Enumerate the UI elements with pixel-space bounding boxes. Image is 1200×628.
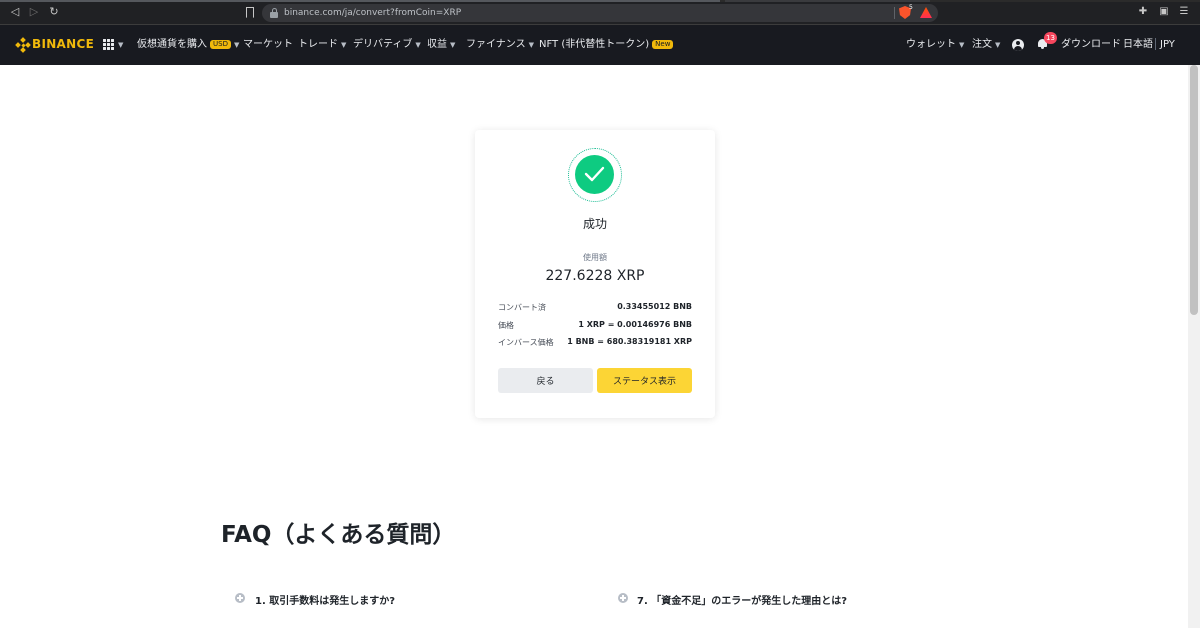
lock-icon[interactable]	[270, 8, 278, 18]
nav-trade[interactable]: トレード ▼	[298, 38, 346, 52]
nav-download[interactable]: ダウンロード	[1061, 38, 1121, 52]
faq-item[interactable]: 7. 「資金不足」のエラーが発生した理由とは?	[637, 592, 847, 607]
plus-icon[interactable]	[235, 593, 245, 603]
extensions-icon[interactable]: ✚	[1137, 6, 1149, 18]
usd-badge: USD	[210, 40, 231, 49]
success-ring	[568, 148, 622, 202]
back-icon[interactable]: ◁	[8, 5, 22, 19]
nav-earn[interactable]: 収益 ▼	[427, 38, 455, 52]
nav-derivatives[interactable]: デリバティブ ▼	[353, 38, 421, 52]
nav-markets-label: マーケット	[243, 39, 293, 50]
url-text[interactable]: binance.com/ja/convert?fromCoin=XRP	[284, 6, 461, 20]
result-title: 成功	[582, 217, 607, 231]
site-header: BINANCE ▼ 仮想通貨を購入 USD ▼ マーケット トレード ▼ デリバティブ…	[0, 25, 1200, 65]
nav-buy-crypto-label: 仮想通貨を購入	[137, 39, 207, 50]
nav-download-label: ダウンロード	[1061, 39, 1121, 50]
user-icon[interactable]	[1012, 39, 1024, 51]
binance-logo-icon[interactable]	[15, 37, 31, 53]
nav-orders[interactable]: 注文 ▼	[972, 38, 1000, 52]
nav-earn-label: 収益	[427, 39, 447, 50]
back-button[interactable]: 戻る	[498, 368, 593, 393]
inverse-price-value: 1 BNB = 680.38319181 XRP	[567, 337, 692, 346]
notification-badge: 13	[1044, 32, 1057, 44]
tab-active[interactable]	[0, 0, 720, 2]
nav-language-label: 日本語	[1123, 39, 1153, 50]
chevron-down-icon: ▼	[233, 41, 240, 49]
reload-icon[interactable]: ↻	[47, 5, 61, 19]
nav-derivatives-label: デリバティブ	[353, 39, 413, 50]
converted-value: 0.33455012 BNB	[617, 302, 692, 311]
chevron-down-icon: ▼	[528, 41, 534, 49]
conversion-success-card: 成功 使用額 227.6228 XRP コンバート済 0.33455012 BN…	[475, 130, 715, 418]
amount-label: 使用額	[583, 253, 607, 262]
menu-icon[interactable]: ☰	[1178, 6, 1190, 18]
nav-orders-label: 注文	[972, 39, 992, 50]
scrollbar-thumb[interactable]	[1190, 65, 1198, 315]
converted-label: コンバート済	[498, 303, 546, 312]
address-bar-divider	[894, 7, 895, 19]
bookmark-icon[interactable]	[246, 7, 254, 18]
nav-markets[interactable]: マーケット	[243, 38, 293, 52]
nav-currency[interactable]: JPY	[1160, 38, 1175, 52]
nav-nft-label: NFT (非代替性トークン)	[539, 39, 650, 50]
chevron-down-icon: ▼	[118, 41, 124, 49]
nav-buy-crypto[interactable]: 仮想通貨を購入 USD ▼	[137, 38, 239, 52]
nav-currency-label: JPY	[1160, 39, 1175, 50]
amount-value: 227.6228 XRP	[545, 268, 645, 284]
apps-grid-icon[interactable]	[103, 39, 114, 50]
tab-other[interactable]	[725, 0, 930, 2]
checkmark-icon	[575, 155, 614, 194]
browser-chrome: ◁ ▷ ↻ binance.com/ja/convert?fromCoin=XR…	[0, 0, 1200, 25]
chevron-down-icon: ▼	[450, 41, 456, 49]
header-divider	[1155, 38, 1156, 50]
chevron-down-icon: ▼	[959, 41, 965, 49]
nav-wallet[interactable]: ウォレット ▼	[906, 38, 964, 52]
inverse-price-label: インバース価格	[498, 338, 554, 347]
faq-heading: FAQ（よくある質問）	[221, 522, 456, 548]
faq-item[interactable]: 1. 取引手数料は発生しますか?	[255, 592, 395, 607]
nav-trade-label: トレード	[298, 39, 338, 50]
address-bar[interactable]: binance.com/ja/convert?fromCoin=XRP	[262, 4, 938, 22]
chevron-down-icon: ▼	[341, 41, 347, 49]
logo-text[interactable]: BINANCE	[32, 37, 94, 51]
wallet-icon[interactable]: ▣	[1158, 6, 1170, 18]
nav-wallet-label: ウォレット	[906, 39, 956, 50]
nav-language[interactable]: 日本語	[1123, 38, 1153, 52]
new-badge: New	[652, 40, 674, 49]
shield-count: 5	[909, 4, 913, 11]
forward-icon[interactable]: ▷	[27, 5, 41, 19]
price-label: 価格	[498, 321, 514, 330]
page-scrollbar[interactable]	[1188, 65, 1200, 628]
plus-icon[interactable]	[618, 593, 628, 603]
nav-nft[interactable]: NFT (非代替性トークン) New	[539, 38, 674, 52]
price-value: 1 XRP = 0.00146976 BNB	[578, 320, 692, 329]
view-status-button[interactable]: ステータス表示	[597, 368, 692, 393]
nav-finance-label: ファイナンス	[466, 39, 526, 50]
chevron-down-icon: ▼	[415, 41, 421, 49]
tab-strip	[0, 0, 1200, 2]
chevron-down-icon: ▼	[995, 41, 1001, 49]
nav-finance[interactable]: ファイナンス ▼	[466, 38, 534, 52]
